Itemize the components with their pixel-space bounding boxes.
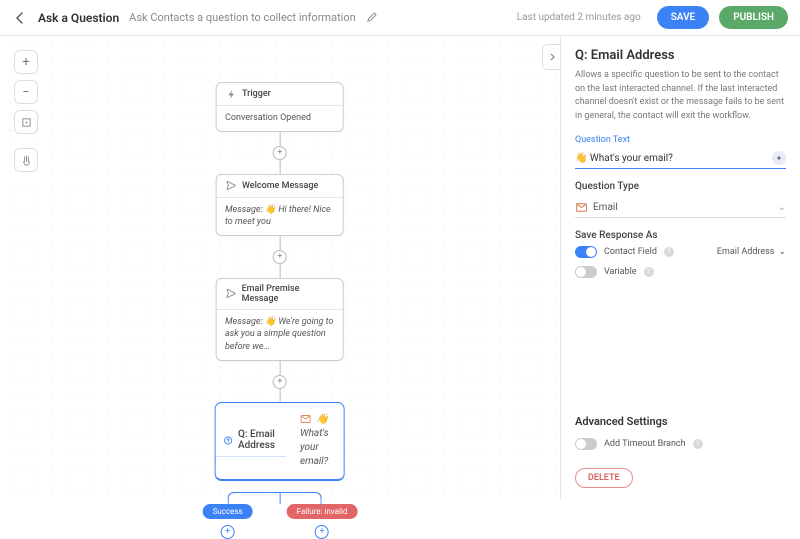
page-subtitle: Ask Contacts a question to collect infor… xyxy=(129,11,356,24)
zoom-in-button[interactable]: + xyxy=(14,50,38,74)
send-icon xyxy=(225,180,237,192)
add-step-button[interactable]: + xyxy=(273,250,287,264)
save-as-label: Save Response As xyxy=(575,230,786,241)
lightning-icon xyxy=(225,88,237,100)
pan-tool-button[interactable] xyxy=(14,148,38,172)
question-text-input[interactable]: 👋 What's your email? ✦ xyxy=(575,148,786,169)
add-step-button[interactable]: + xyxy=(273,375,287,389)
back-button[interactable] xyxy=(12,10,28,26)
add-step-button[interactable]: + xyxy=(221,525,235,539)
failure-branch[interactable]: Failure: invalid + xyxy=(287,504,358,539)
chevron-down-icon: ⌄ xyxy=(778,202,786,213)
contact-field-select[interactable]: Email Address⌄ xyxy=(717,247,786,257)
fit-view-button[interactable] xyxy=(14,110,38,134)
question-type-select[interactable]: Email ⌄ xyxy=(575,197,786,218)
mail-icon xyxy=(575,201,587,213)
trigger-node[interactable]: Trigger Conversation Opened xyxy=(216,82,344,132)
variable-toggle[interactable] xyxy=(575,266,597,278)
add-step-button[interactable]: + xyxy=(273,146,287,160)
timeout-toggle[interactable] xyxy=(575,438,597,450)
success-branch[interactable]: Success + xyxy=(203,504,253,539)
question-node[interactable]: Q: Email Address 👋 What's your email? xyxy=(216,403,344,480)
advanced-settings-header: Advanced Settings xyxy=(575,415,786,428)
premise-node[interactable]: Email Premise Message Message: 👋 We're g… xyxy=(216,278,344,361)
panel-description: Allows a specific question to be sent to… xyxy=(575,69,786,123)
collapse-panel-button[interactable] xyxy=(542,44,560,70)
add-step-button[interactable]: + xyxy=(315,525,329,539)
question-type-label: Question Type xyxy=(575,181,786,192)
welcome-node[interactable]: Welcome Message Message: 👋 Hi there! Nic… xyxy=(216,174,344,236)
publish-button[interactable]: PUBLISH xyxy=(719,6,788,29)
contact-field-toggle[interactable] xyxy=(575,246,597,258)
header: Ask a Question Ask Contacts a question t… xyxy=(0,0,800,36)
mail-icon xyxy=(300,413,312,425)
chevron-down-icon: ⌄ xyxy=(778,247,786,257)
zoom-out-button[interactable]: − xyxy=(14,80,38,104)
question-text-label: Question Text xyxy=(575,135,786,145)
help-icon[interactable]: ? xyxy=(693,439,703,449)
delete-button[interactable]: DELETE xyxy=(575,468,633,488)
canvas-tools: + − xyxy=(14,50,38,172)
workflow-canvas[interactable]: + − Trigger Conversation Opened + Welcom… xyxy=(0,36,560,500)
question-icon xyxy=(224,434,233,446)
inspector-panel: Q: Email Address Allows a specific quest… xyxy=(560,36,800,500)
panel-title: Q: Email Address xyxy=(575,48,786,63)
help-icon[interactable]: ? xyxy=(664,247,674,257)
ai-assist-icon[interactable]: ✦ xyxy=(772,151,786,165)
help-icon[interactable]: ? xyxy=(644,267,654,277)
last-updated: Last updated 2 minutes ago xyxy=(517,12,641,23)
save-button[interactable]: SAVE xyxy=(657,6,710,29)
edit-title-icon[interactable] xyxy=(366,12,377,23)
success-chip: Success xyxy=(203,504,253,519)
send-icon xyxy=(225,288,237,300)
page-title: Ask a Question xyxy=(38,11,119,25)
failure-chip: Failure: invalid xyxy=(287,504,358,519)
